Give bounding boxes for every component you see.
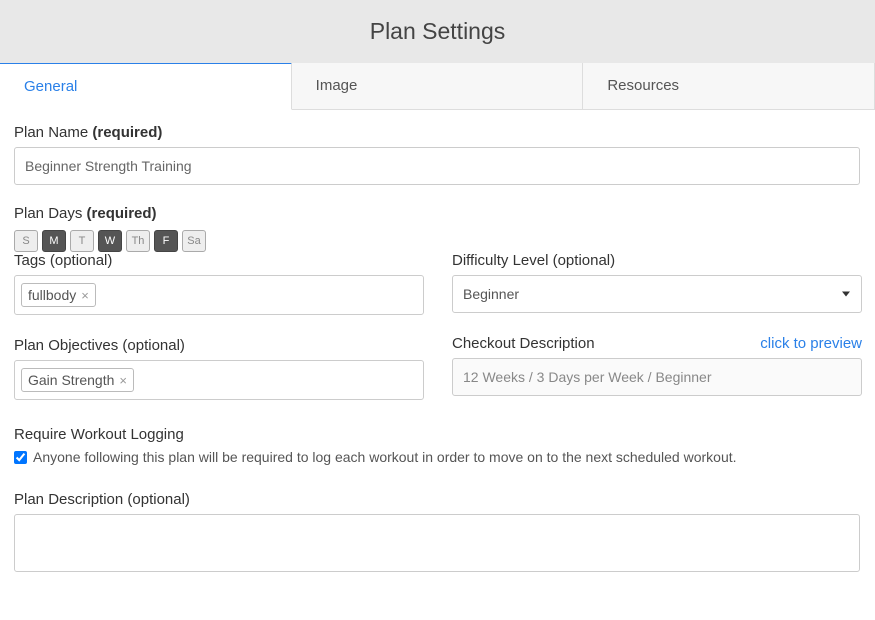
checkout-description-value: 12 Weeks / 3 Days per Week / Beginner (463, 369, 712, 385)
plan-name-label: Plan Name (required) (14, 124, 861, 141)
content-general: Plan Name (required) Plan Days (required… (0, 110, 875, 589)
description-textarea[interactable] (14, 514, 860, 572)
tags-input[interactable]: fullbody × (14, 275, 424, 315)
objectives-tag-label: Gain Strength (28, 372, 114, 388)
objectives-input[interactable]: Gain Strength × (14, 360, 424, 400)
tab-general[interactable]: General (0, 62, 292, 110)
objectives-tag: Gain Strength × (21, 368, 134, 392)
logging-text: Anyone following this plan will be requi… (33, 449, 737, 465)
plan-name-input[interactable] (14, 147, 860, 185)
day-sa[interactable]: Sa (182, 230, 206, 252)
day-t[interactable]: T (70, 230, 94, 252)
difficulty-selected: Beginner (463, 286, 519, 302)
day-m[interactable]: M (42, 230, 66, 252)
modal-header: Plan Settings (0, 0, 875, 63)
day-w[interactable]: W (98, 230, 122, 252)
plan-name-label-text: Plan Name (14, 124, 88, 141)
tags-label: Tags (optional) (14, 252, 424, 269)
objectives-label: Plan Objectives (optional) (14, 337, 424, 354)
checkout-description-input[interactable]: 12 Weeks / 3 Days per Week / Beginner (452, 358, 862, 396)
plan-days-picker: SMTWThFSa (14, 230, 861, 252)
close-icon[interactable]: × (119, 373, 127, 388)
chevron-down-icon (842, 292, 850, 297)
tab-resources[interactable]: Resources (583, 63, 875, 109)
checkout-label-row: Checkout Description click to preview (452, 335, 862, 352)
close-icon[interactable]: × (81, 288, 89, 303)
plan-days-required: (required) (87, 205, 157, 222)
checkout-preview-link[interactable]: click to preview (760, 335, 862, 352)
day-f[interactable]: F (154, 230, 178, 252)
plan-days-label-text: Plan Days (14, 205, 82, 222)
plan-name-required: (required) (92, 124, 162, 141)
checkout-label: Checkout Description (452, 335, 595, 352)
plan-days-label: Plan Days (required) (14, 205, 861, 222)
difficulty-select[interactable]: Beginner (452, 275, 862, 313)
tags-tag: fullbody × (21, 283, 96, 307)
logging-checkbox[interactable] (14, 451, 27, 464)
description-label: Plan Description (optional) (14, 491, 861, 508)
logging-label: Require Workout Logging (14, 426, 861, 443)
day-s[interactable]: S (14, 230, 38, 252)
tabs: General Image Resources (0, 63, 875, 110)
difficulty-label: Difficulty Level (optional) (452, 252, 862, 269)
page-title: Plan Settings (370, 18, 506, 45)
day-th[interactable]: Th (126, 230, 150, 252)
tab-image[interactable]: Image (292, 63, 584, 109)
tags-tag-label: fullbody (28, 287, 76, 303)
